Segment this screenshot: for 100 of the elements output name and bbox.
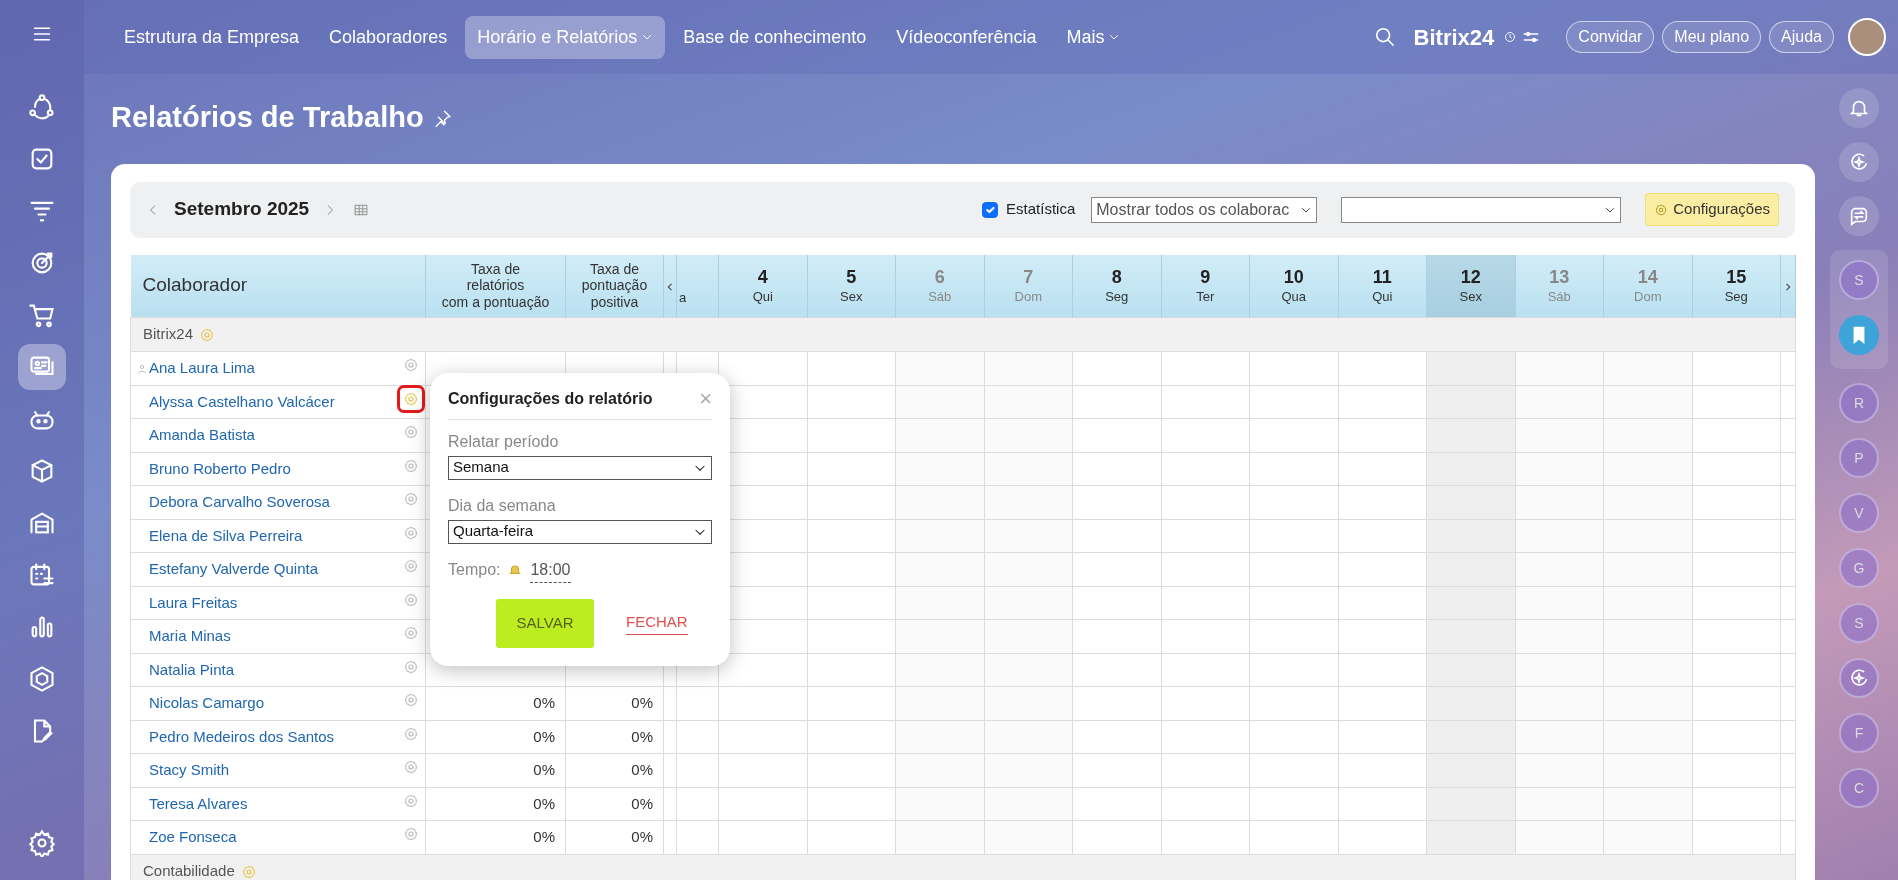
column-header: Colaborador: [130, 254, 426, 318]
chevron-left-icon[interactable]: [665, 280, 675, 293]
group-name: Contabilidade: [143, 861, 235, 879]
day-number: 13: [1548, 267, 1571, 289]
weekday-label: Sex: [839, 288, 864, 305]
header-button[interactable]: Convidar: [1566, 21, 1655, 53]
department-filter-select[interactable]: [1341, 196, 1622, 223]
gear-icon[interactable]: [403, 457, 419, 474]
pin-icon[interactable]: [433, 108, 452, 127]
employee-name[interactable]: Zoe Fonseca: [149, 828, 237, 845]
day-number: 4: [756, 267, 769, 289]
save-button[interactable]: SALVAR: [496, 598, 594, 648]
select-field[interactable]: Semana: [448, 455, 712, 480]
column-header: Taxa de relatórios com a pontuação: [425, 254, 566, 318]
employee-name[interactable]: Stacy Smith: [149, 761, 230, 778]
checkbox-label: Estatística: [1006, 199, 1076, 220]
employee-name[interactable]: Teresa Alvares: [149, 794, 248, 812]
time-value[interactable]: 18:00: [530, 557, 571, 583]
gear-icon[interactable]: [403, 658, 419, 675]
weekday-label: Qua: [1280, 288, 1308, 305]
day-number: 14: [1636, 267, 1659, 289]
statistics-checkbox[interactable]: [982, 201, 999, 218]
month-label: Setembro 2025: [174, 197, 310, 222]
popup-title: Configurações do relatório: [448, 388, 653, 409]
gear-icon[interactable]: [403, 759, 419, 775]
page-title: Relatórios de Trabalho: [111, 100, 424, 135]
field-label: Relatar período: [448, 431, 560, 452]
header-button[interactable]: Meu plano: [1662, 21, 1762, 53]
rate-cell: 0%: [425, 753, 566, 787]
day-number: 15: [1725, 267, 1748, 289]
weekday-label: Qui: [1371, 288, 1394, 305]
day-number: 6: [933, 267, 946, 289]
chat-button[interactable]: [1839, 196, 1879, 236]
gear-icon[interactable]: [403, 491, 419, 507]
select-field[interactable]: Quarta-feira: [448, 519, 712, 544]
employee-name[interactable]: Ana Laura Lima: [149, 359, 255, 376]
gear-icon[interactable]: [403, 725, 419, 742]
user-avatar[interactable]: [1848, 18, 1886, 56]
notification-button[interactable]: [1839, 88, 1879, 128]
header-button[interactable]: Ajuda: [1769, 21, 1834, 53]
employee-filter-select[interactable]: Mostrar todos os colaborac: [1091, 196, 1318, 223]
gear-icon[interactable]: [403, 524, 419, 541]
field-label: Dia da semana: [448, 495, 557, 516]
rate-cell: 0%: [565, 720, 664, 754]
employee-name[interactable]: Amanda Batista: [149, 426, 255, 443]
chevron-right-icon[interactable]: [1783, 280, 1793, 293]
rate-cell: 0%: [565, 820, 664, 854]
calendar-grid-icon[interactable]: [353, 202, 370, 217]
clock-icon: [1504, 31, 1517, 43]
bell-icon: [508, 563, 523, 577]
hexagon-icon: [28, 665, 56, 693]
sparkle-button[interactable]: [1839, 658, 1879, 698]
rate-cell: 0%: [425, 720, 566, 754]
settings-button[interactable]: Configurações: [1645, 193, 1779, 226]
rate-cell: 0%: [565, 787, 664, 821]
weekday-label: Qui: [751, 288, 774, 305]
group-name: Bitrix24: [143, 325, 194, 343]
day-number: 11: [1371, 267, 1393, 289]
contact-card-button[interactable]: [18, 344, 66, 390]
employee-name[interactable]: Natalia Pinta: [149, 660, 235, 678]
weekday-label: Sáb: [927, 288, 953, 305]
nav-tab[interactable]: Vídeoconferência: [884, 15, 1049, 59]
rate-cell: 0%: [565, 753, 664, 787]
rate-cell: 0%: [425, 787, 566, 821]
gear-icon[interactable]: [403, 558, 419, 574]
weekday-label: Seg: [1104, 288, 1130, 305]
weekday-label: a: [678, 289, 688, 306]
bookmark-button[interactable]: [1839, 315, 1879, 355]
rate-cell: 0%: [425, 820, 566, 854]
weekday-label: Dom: [1013, 288, 1043, 305]
time-label: Tempo:: [448, 560, 501, 580]
weekday-label: Sáb: [1546, 288, 1572, 305]
weekday-label: Sex: [1458, 288, 1483, 305]
day-number: 5: [845, 267, 858, 289]
weekday-label: Seg: [1723, 288, 1749, 305]
sparkle-icon: [1848, 151, 1870, 173]
gear-icon[interactable]: [403, 591, 419, 608]
sparkle-button[interactable]: [1839, 142, 1879, 182]
day-number: 7: [1022, 267, 1035, 289]
close-link[interactable]: FECHAR: [626, 611, 688, 635]
employee-name[interactable]: Nicolas Camargo: [149, 694, 265, 711]
weekday-label: Dom: [1633, 288, 1663, 305]
gear-icon: [1654, 202, 1669, 217]
nav-tab[interactable]: Base de conhecimento: [671, 15, 879, 59]
gear-icon[interactable]: [403, 692, 419, 708]
gear-icon[interactable]: [403, 625, 419, 641]
rate-cell: 0%: [565, 686, 664, 720]
day-number: 8: [1110, 267, 1123, 289]
settings-icon: [28, 829, 56, 857]
nav-tab[interactable]: Estrutura da Empresa: [112, 15, 312, 59]
gear-icon[interactable]: [403, 424, 419, 440]
employee-name[interactable]: Maria Minas: [149, 627, 231, 644]
search-icon[interactable]: [1373, 26, 1396, 48]
gear-icon[interactable]: [403, 792, 419, 809]
gear-icon[interactable]: [403, 826, 419, 842]
employee-name[interactable]: Laura Freitas: [149, 593, 238, 611]
gear-icon[interactable]: [403, 357, 419, 373]
nav-tab[interactable]: Mais: [1054, 15, 1133, 59]
chat-icon: [1848, 205, 1870, 227]
nav-tab[interactable]: Colaboradores: [317, 15, 460, 59]
